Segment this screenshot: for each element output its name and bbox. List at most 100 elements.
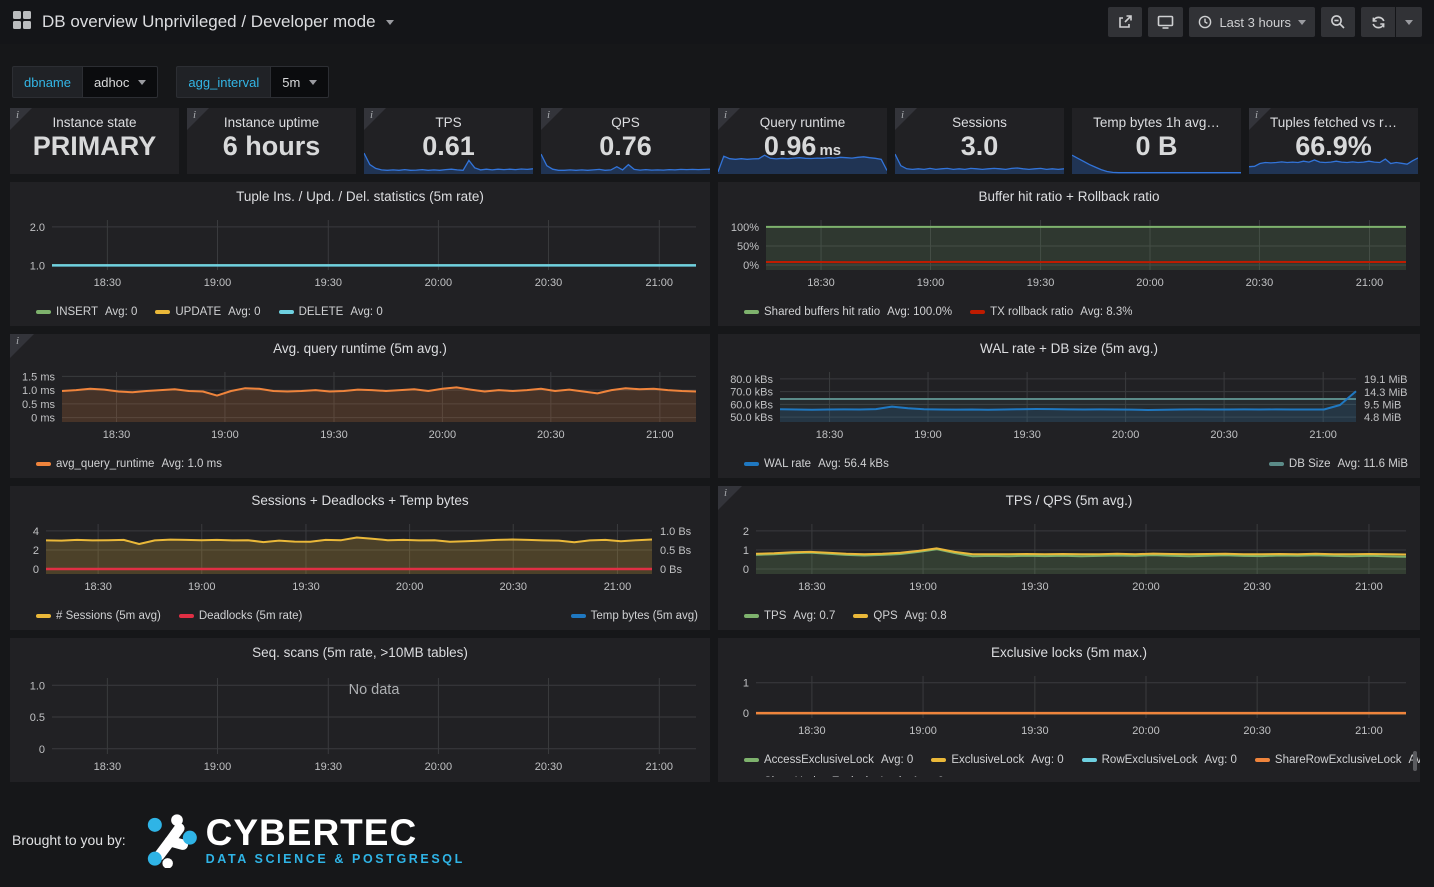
panel-info-corner[interactable] — [541, 108, 563, 130]
svg-text:14.3 MiB: 14.3 MiB — [1364, 387, 1407, 399]
variable-agg-interval: agg_interval 5m — [176, 66, 329, 98]
svg-text:1.0 ms: 1.0 ms — [22, 385, 56, 397]
panel-avg-query-runtime: iAvg. query runtime (5m avg.)1.5 ms1.0 m… — [10, 334, 710, 478]
legend-item-qps[interactable]: QPSAvg: 0.8 — [853, 610, 946, 622]
legend-item-shared-buffers-hit-ratio[interactable]: Shared buffers hit ratioAvg: 100.0% — [744, 306, 952, 318]
dashboard-title[interactable]: DB overview Unprivileged / Developer mod… — [42, 12, 376, 32]
share-button[interactable] — [1108, 7, 1142, 37]
legend-avg: Avg: 0 — [912, 776, 944, 778]
legend-item-update[interactable]: UPDATEAvg: 0 — [155, 306, 260, 318]
chart-plot-avg-query-runtime[interactable]: 1.5 ms1.0 ms0.5 ms0 ms18:3019:0019:3020:… — [10, 362, 710, 446]
agg-interval-caret-icon — [309, 80, 317, 85]
svg-text:21:00: 21:00 — [1356, 277, 1384, 289]
svg-text:19:30: 19:30 — [1027, 277, 1055, 289]
legend-item-tx-rollback-ratio[interactable]: TX rollback ratioAvg: 8.3% — [970, 306, 1132, 318]
legend-item-db-size[interactable]: DB SizeAvg: 11.6 MiB — [1269, 458, 1408, 470]
time-range-label: Last 3 hours — [1219, 15, 1291, 30]
panel-info-corner[interactable] — [895, 108, 917, 130]
svg-text:2: 2 — [33, 545, 39, 557]
panel-title-exclusive-locks[interactable]: Exclusive locks (5m max.) — [718, 638, 1420, 666]
legend-item-rowexclusivelock[interactable]: RowExclusiveLockAvg: 0 — [1082, 754, 1237, 766]
legend-item-deadlocks-5m-rate-[interactable]: Deadlocks (5m rate) — [179, 610, 303, 622]
legend-item-avg-query-runtime[interactable]: avg_query_runtimeAvg: 1.0 ms — [36, 458, 222, 470]
chart-plot-tuple-stats[interactable]: 2.01.018:3019:0019:3020:0020:3021:00 — [10, 210, 710, 294]
svg-text:20:30: 20:30 — [1210, 429, 1238, 441]
legend-item-sharerowexclusivelock[interactable]: ShareRowExclusiveLockAvg: 0 — [1255, 754, 1420, 766]
svg-text:1.0: 1.0 — [30, 260, 45, 272]
refresh-button[interactable] — [1361, 7, 1395, 37]
legend-row: Shared buffers hit ratioAvg: 100.0% TX ro… — [718, 299, 1420, 321]
legend-item-wal-rate[interactable]: WAL rateAvg: 56.4 kBs — [744, 458, 889, 470]
svg-text:21:00: 21:00 — [1309, 429, 1337, 441]
panel-info-corner[interactable] — [10, 108, 32, 130]
legend-scrollbar[interactable] — [1413, 751, 1417, 771]
variable-agg-interval-selected: 5m — [282, 75, 300, 90]
stat-value: 3.0 — [895, 131, 1064, 162]
legend-item-shareupdateexclusivelock[interactable]: ShareUpdateExclusiveLockAvg: 0 — [744, 776, 944, 778]
chart-plot-tps-qps[interactable]: 21018:3019:0019:3020:0020:3021:00 — [718, 514, 1420, 598]
refresh-interval-button[interactable] — [1396, 7, 1422, 37]
legend-label: TX rollback ratio — [990, 306, 1073, 318]
legend-tps-qps: TPSAvg: 0.7 QPSAvg: 0.8 — [718, 603, 1420, 625]
svg-text:18:30: 18:30 — [103, 429, 131, 441]
panel-tuple-stats: Tuple Ins. / Upd. / Del. statistics (5m … — [10, 182, 710, 326]
cybertec-logo[interactable]: CYBERTEC DATA SCIENCE & POSTGRESQL — [142, 812, 465, 868]
panel-title-seq-scans[interactable]: Seq. scans (5m rate, >10MB tables) — [10, 638, 710, 666]
stats-row: iInstance statePRIMARYiInstance uptime6 … — [0, 108, 1434, 174]
chart-plot-sessions-deadlocks-temp[interactable]: 4201.0 Bs0.5 Bs0 Bs18:3019:0019:3020:002… — [10, 514, 710, 598]
variable-dbname-value[interactable]: adhoc — [82, 66, 158, 98]
title-caret-icon[interactable] — [386, 20, 394, 25]
legend-item-temp-bytes-5m-avg-[interactable]: Temp bytes (5m avg) — [571, 610, 698, 622]
panel-title-wal-db-size[interactable]: WAL rate + DB size (5m avg.) — [718, 334, 1420, 362]
variable-agg-interval-value[interactable]: 5m — [270, 66, 329, 98]
svg-text:4.8 MiB: 4.8 MiB — [1364, 412, 1401, 424]
panel-title-avg-query-runtime[interactable]: Avg. query runtime (5m avg.) — [10, 334, 710, 362]
svg-text:18:30: 18:30 — [798, 581, 826, 593]
chart-plot-buffer-rollback[interactable]: 100%50%0%18:3019:0019:3020:0020:3021:00 — [718, 210, 1420, 294]
legend-item--sessions-5m-avg-[interactable]: # Sessions (5m avg) — [36, 610, 161, 622]
panel-seq-scans: Seq. scans (5m rate, >10MB tables)1.00.5… — [10, 638, 710, 782]
panel-info-corner[interactable] — [718, 486, 742, 510]
svg-text:No data: No data — [349, 682, 401, 698]
panel-info-corner[interactable] — [10, 334, 34, 358]
legend-item-delete[interactable]: DELETEAvg: 0 — [279, 306, 383, 318]
svg-text:1: 1 — [743, 678, 749, 690]
legend-label: WAL rate — [764, 458, 811, 470]
chart-plot-exclusive-locks[interactable]: 1018:3019:0019:3020:0020:3021:00 — [718, 666, 1420, 742]
dashboard-grid-icon[interactable] — [12, 10, 32, 35]
stat-panel-query-runtime: iQuery runtime0.96ms — [718, 108, 887, 174]
panel-title-buffer-rollback[interactable]: Buffer hit ratio + Rollback ratio — [718, 182, 1420, 210]
chart-plot-wal-db-size[interactable]: 80.0 kBs70.0 kBs60.0 kBs50.0 kBs19.1 MiB… — [718, 362, 1420, 446]
panel-info-corner[interactable] — [1249, 108, 1271, 130]
legend-swatch — [36, 310, 51, 314]
panel-title-tuple-stats[interactable]: Tuple Ins. / Upd. / Del. statistics (5m … — [10, 182, 710, 210]
stat-title: Sessions — [895, 115, 1064, 130]
legend-avg: Avg: 0.7 — [793, 610, 835, 622]
time-range-button[interactable]: Last 3 hours — [1189, 7, 1315, 37]
stat-title: QPS — [541, 115, 710, 130]
panel-info-corner[interactable] — [718, 108, 740, 130]
zoom-out-button[interactable] — [1321, 7, 1355, 37]
legend-item-accessexclusivelock[interactable]: AccessExclusiveLockAvg: 0 — [744, 754, 913, 766]
panel-title-sessions-deadlocks-temp[interactable]: Sessions + Deadlocks + Temp bytes — [10, 486, 710, 514]
legend-swatch — [744, 310, 759, 314]
svg-text:20:30: 20:30 — [535, 277, 563, 289]
svg-text:1: 1 — [743, 545, 749, 557]
legend-avg: Avg: 0 — [350, 306, 382, 318]
legend-item-insert[interactable]: INSERTAvg: 0 — [36, 306, 137, 318]
panel-info-corner[interactable] — [364, 108, 386, 130]
panel-title-tps-qps[interactable]: TPS / QPS (5m avg.) — [718, 486, 1420, 514]
legend-label: avg_query_runtime — [56, 458, 154, 470]
panel-info-corner[interactable] — [187, 108, 209, 130]
svg-text:20:00: 20:00 — [1132, 725, 1160, 737]
stat-panel-instance-uptime: iInstance uptime6 hours — [187, 108, 356, 174]
legend-swatch — [279, 310, 294, 314]
stat-panel-temp-bytes-1h-avg-: Temp bytes 1h avg…0 B — [1072, 108, 1241, 174]
svg-text:21:00: 21:00 — [604, 581, 632, 593]
legend-item-tps[interactable]: TPSAvg: 0.7 — [744, 610, 835, 622]
chart-plot-seq-scans[interactable]: 1.00.5018:3019:0019:3020:0020:3021:00No … — [10, 666, 710, 778]
legend-label: # Sessions (5m avg) — [56, 610, 161, 622]
tv-kiosk-button[interactable] — [1148, 7, 1183, 37]
stat-value: 0.76 — [541, 131, 710, 162]
legend-item-exclusivelock[interactable]: ExclusiveLockAvg: 0 — [931, 754, 1063, 766]
